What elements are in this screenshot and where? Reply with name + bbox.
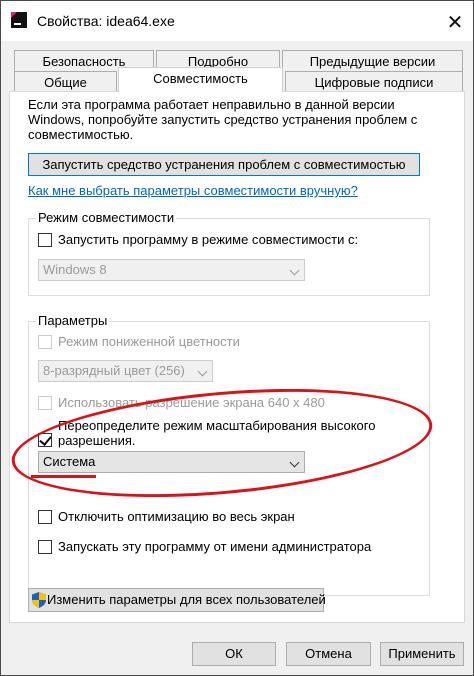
compat-mode-label[interactable]: Запустить программу в режиме совместимос… [58,232,358,247]
params-title: Параметры [36,313,110,328]
apply-button[interactable]: Применить [380,642,464,666]
properties-window: Свойства: idea64.exe ✕ Безопасность Подр… [0,0,474,676]
high-dpi-label-line1[interactable]: Переопределите режим масштабирования выс… [58,418,375,433]
chevron-down-icon [289,265,300,276]
compat-description: Если эта программа работает неправильно … [28,97,418,142]
color-depth-value: 8-разрядный цвет (256) [43,363,185,378]
run-admin-checkbox[interactable] [38,540,52,554]
fullscreen-opt-label[interactable]: Отключить оптимизацию во весь экран [58,509,295,524]
compat-mode-group [28,218,430,296]
fullscreen-opt-checkbox[interactable] [38,510,52,524]
res-640-label[interactable]: Использовать разрешение экрана 640 x 480 [58,395,325,410]
compat-os-value: Windows 8 [43,262,107,277]
high-dpi-label-line2[interactable]: разрешения. [58,433,136,448]
reduced-color-checkbox[interactable] [38,335,52,349]
compat-mode-title: Режим совместимости [36,210,177,225]
run-troubleshooter-button[interactable]: Запустить средство устранения проблем с … [28,153,420,176]
window-title: Свойства: idea64.exe [37,13,175,29]
tab-digital-signatures[interactable]: Цифровые подписи [285,71,463,93]
change-all-users-button[interactable]: Изменить параметры для всех пользователе… [28,588,326,612]
high-dpi-checkbox[interactable] [38,433,52,447]
tab-general[interactable]: Общие [14,71,117,93]
chevron-down-icon [289,457,300,468]
intellij-app-icon [11,12,27,28]
chevron-down-icon [197,366,208,377]
compat-mode-checkbox[interactable] [38,233,52,247]
change-all-users-label: Изменить параметры для всех пользователе… [47,592,326,607]
close-icon[interactable]: ✕ [441,11,469,34]
reduced-color-label[interactable]: Режим пониженной цветности [58,334,240,349]
tab-compatibility[interactable]: Совместимость [118,67,283,92]
compatibility-panel: Если эта программа работает неправильно … [9,91,465,623]
red-annotation-underline [31,475,96,478]
compat-os-select[interactable]: Windows 8 [38,259,305,281]
manual-settings-link[interactable]: Как мне выбрать параметры совместимости … [28,183,358,198]
title-bar: Свойства: idea64.exe ✕ [1,1,473,41]
tab-previous-versions[interactable]: Предыдущие версии [282,50,463,72]
uac-shield-icon [32,592,46,608]
dpi-scaling-value: Система [43,454,96,469]
dpi-scaling-select[interactable]: Система [38,451,305,473]
color-depth-select[interactable]: 8-разрядный цвет (256) [38,360,213,382]
ok-button[interactable]: ОК [192,642,276,666]
res-640-checkbox[interactable] [38,396,52,410]
cancel-button[interactable]: Отмена [286,642,371,666]
run-admin-label[interactable]: Запускать эту программу от имени админис… [58,539,371,554]
